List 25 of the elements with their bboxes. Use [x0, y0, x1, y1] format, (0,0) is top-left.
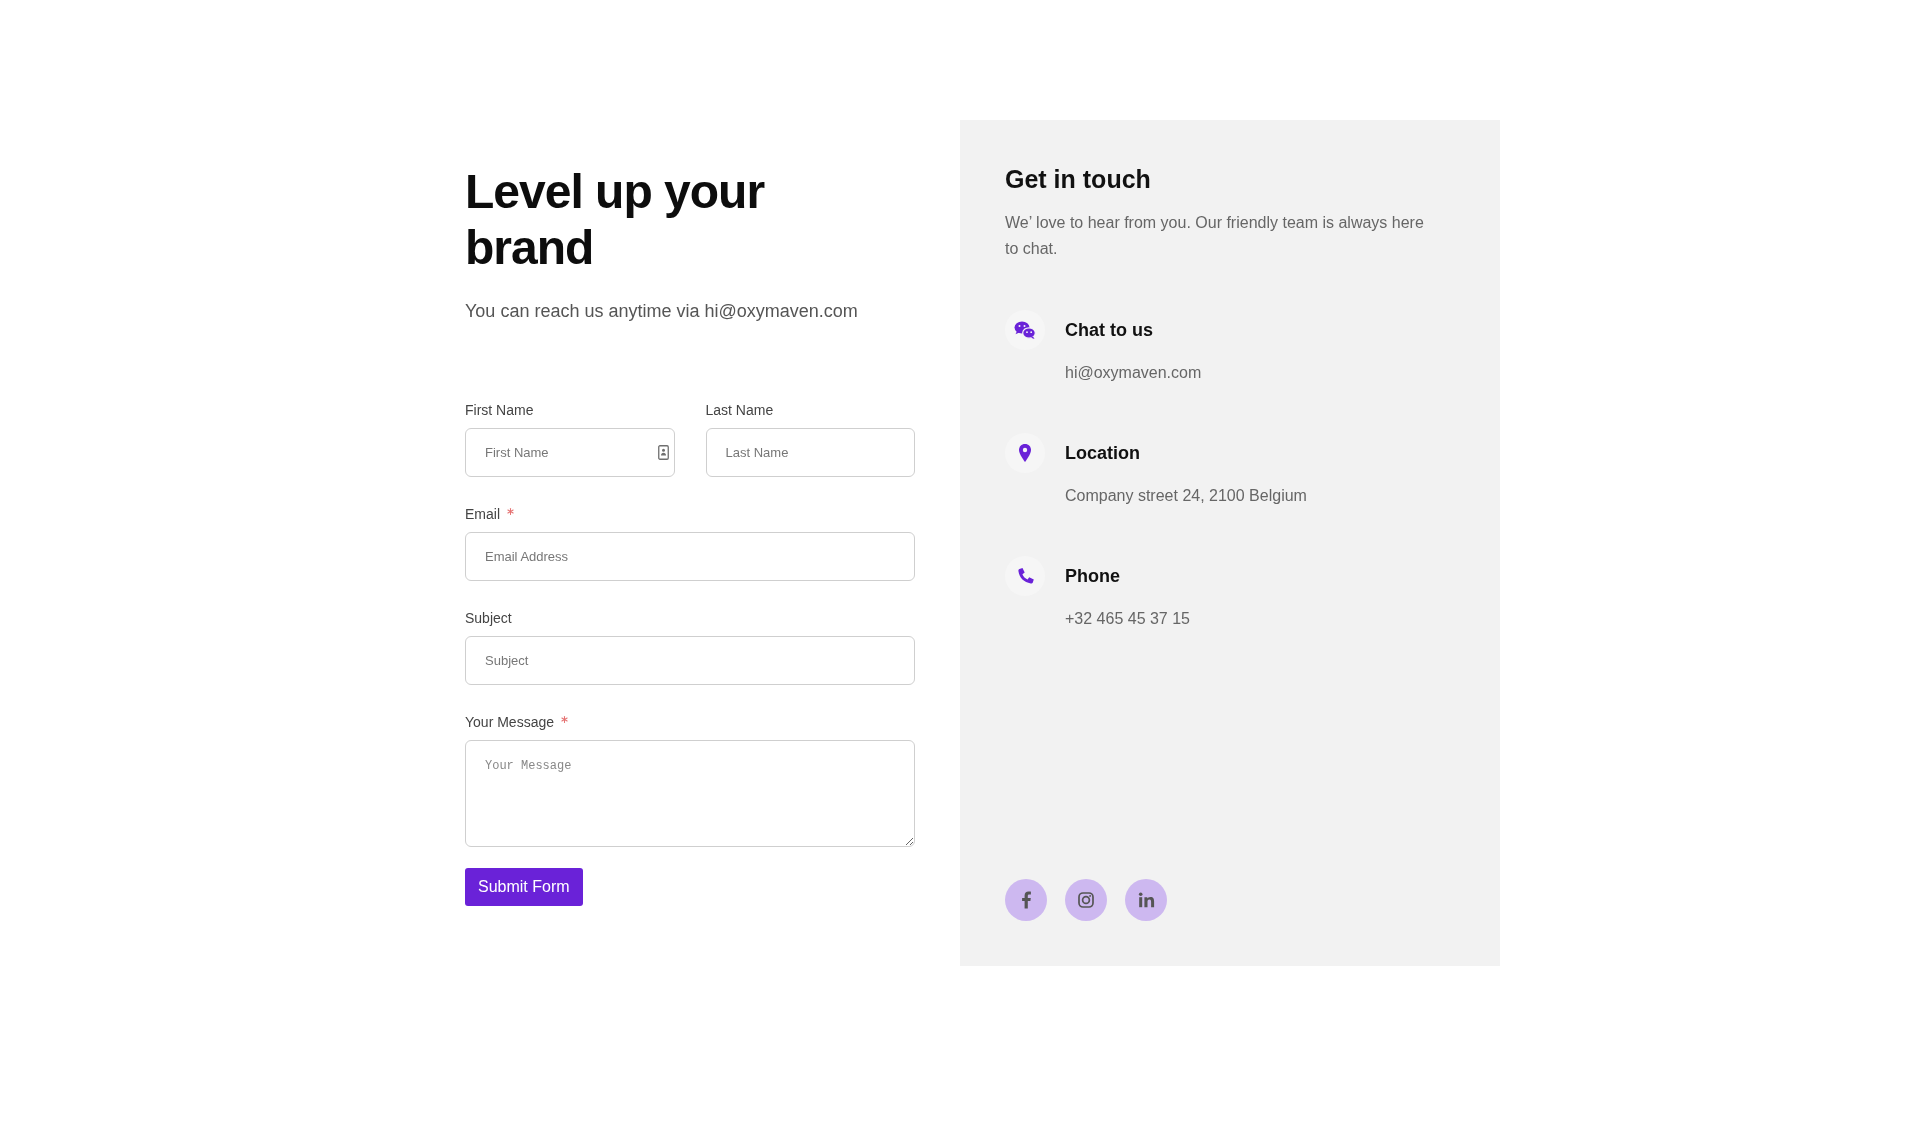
submit-button[interactable]: Submit Form: [465, 868, 583, 906]
input-field[interactable]: First Name: [465, 428, 675, 477]
input-field[interactable]: Subject: [465, 636, 915, 685]
panel-description: We’ love to hear from you. Our friendly team is always here to chat.: [1005, 213, 1425, 259]
input-field[interactable]: Email Address: [465, 532, 915, 581]
field-label: First Name: [465, 401, 534, 420]
contact-card-icon[interactable]: [657, 445, 669, 460]
page-heading: Level up your brand: [465, 164, 766, 276]
field-label: Subject: [465, 609, 512, 628]
instagram-icon[interactable]: [1065, 879, 1107, 921]
linkedin-icon[interactable]: [1125, 879, 1167, 921]
message-field[interactable]: Your Message: [465, 740, 915, 847]
input-field[interactable]: Last Name: [705, 428, 915, 477]
field-label: Last Name: [705, 401, 774, 420]
subtitle-text: You can reach us anytime via hi@oxymaven.com: [465, 300, 859, 323]
contact-item-value: hi@oxymaven.com: [1065, 363, 1202, 383]
field-label: Email: [465, 505, 500, 524]
contact-item-title: Phone: [1065, 565, 1120, 588]
contact-item-value: Company street 24, 2100 Belgium: [1065, 486, 1307, 506]
contact-item-value: +32 465 45 37 15: [1065, 609, 1190, 629]
field-label: Your Message: [465, 713, 554, 732]
contact-item-title: Location: [1065, 442, 1140, 465]
contact-item-title: Chat to us: [1065, 319, 1153, 342]
panel-title: Get in touch: [1005, 164, 1152, 195]
facebook-icon[interactable]: [1005, 879, 1047, 921]
